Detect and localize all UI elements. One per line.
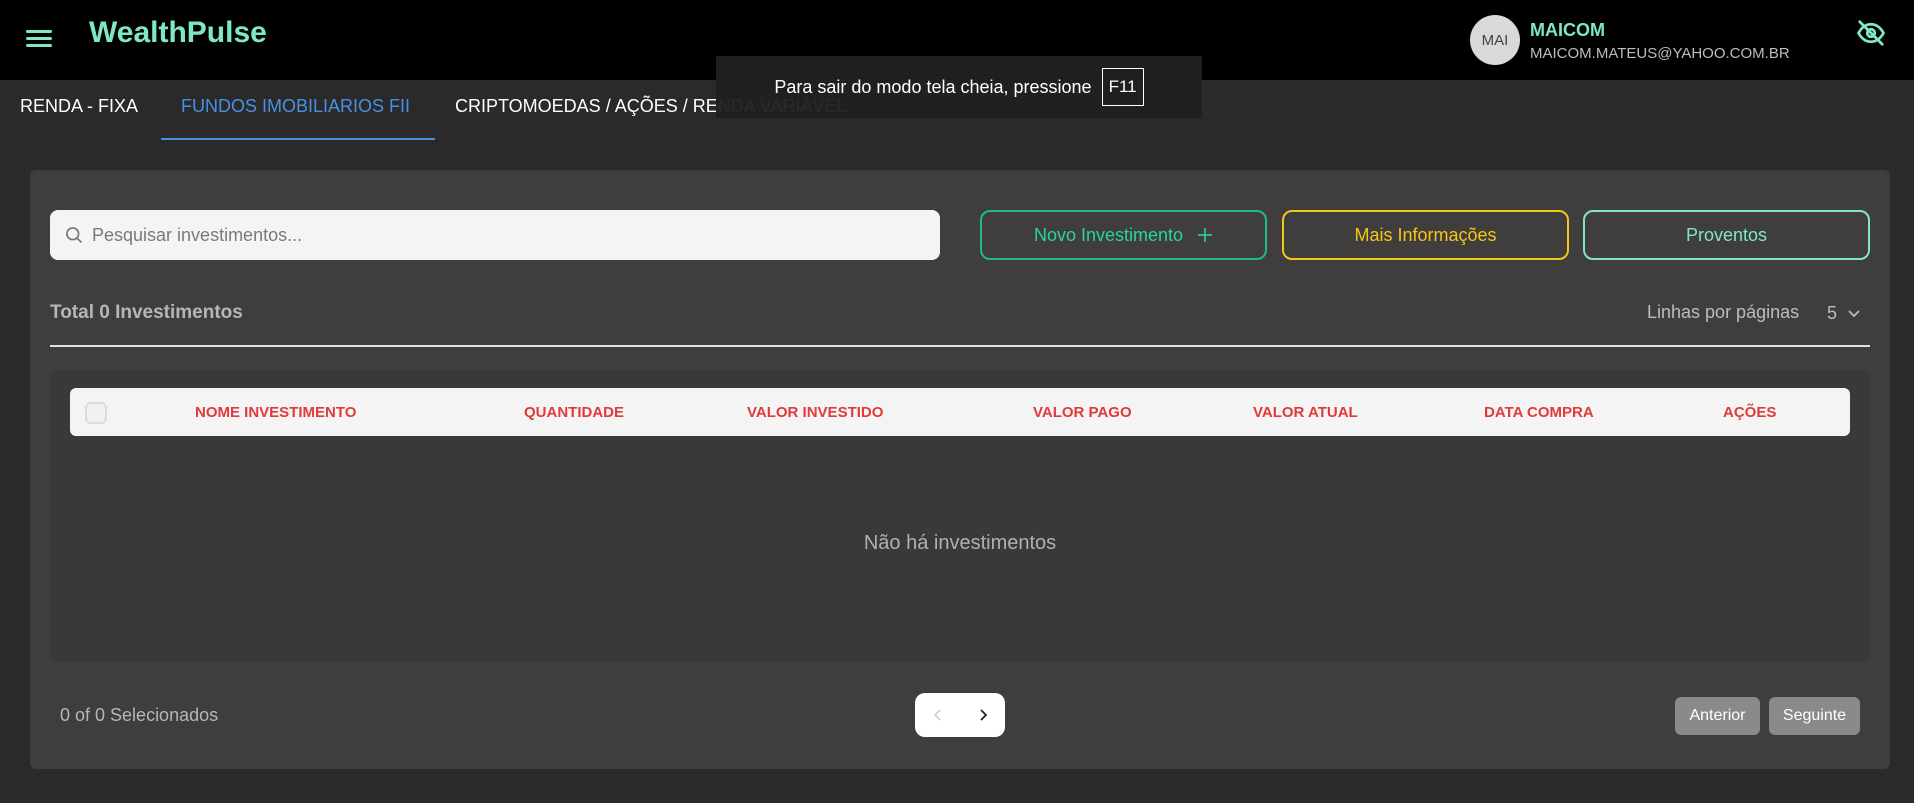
proventos-button[interactable]: Proventos (1583, 210, 1870, 260)
column-header[interactable]: NOME INVESTIMENTO (195, 404, 356, 421)
column-header[interactable]: AÇÕES (1723, 404, 1776, 421)
chevron-left-icon[interactable] (915, 693, 960, 737)
toast-key: F11 (1101, 68, 1144, 106)
search-icon (66, 227, 83, 244)
select-all-checkbox[interactable] (85, 402, 107, 424)
active-tab-indicator (161, 138, 435, 140)
column-header[interactable]: QUANTIDADE (524, 404, 624, 421)
previous-page-button[interactable]: Anterior (1675, 697, 1760, 735)
tab-renda-fixa[interactable]: RENDA - FIXA (20, 96, 138, 140)
column-header[interactable]: VALOR PAGO (1033, 404, 1132, 421)
investments-card: Novo Investimento Mais Informações Prove… (30, 170, 1890, 769)
toast-message: Para sair do modo tela cheia, pressione (774, 76, 1092, 97)
rows-per-page-value: 5 (1827, 302, 1838, 323)
divider (50, 345, 1870, 347)
chevron-down-icon (1848, 310, 1860, 318)
chevron-right-icon[interactable] (960, 693, 1005, 737)
fullscreen-toast: Para sair do modo tela cheia, pressione … (716, 56, 1202, 118)
selection-count: 0 of 0 Selecionados (60, 705, 219, 725)
total-investments: Total 0 Investimentos (50, 302, 243, 323)
pagination (915, 693, 1005, 737)
next-page-button[interactable]: Seguinte (1769, 697, 1860, 735)
search-input[interactable] (92, 210, 922, 260)
search-box (50, 210, 940, 260)
new-investment-button[interactable]: Novo Investimento (980, 210, 1267, 260)
hamburger-menu-icon[interactable] (26, 30, 52, 50)
user-name: MAICOM (1530, 20, 1605, 40)
column-header[interactable]: VALOR INVESTIDO (747, 404, 883, 421)
user-email: MAICOM.MATEUS@YAHOO.COM.BR (1530, 45, 1790, 62)
tab-fundos-imobiliarios[interactable]: FUNDOS IMOBILIARIOS FII (181, 96, 410, 140)
table-header: NOME INVESTIMENTO QUANTIDADE VALOR INVES… (70, 388, 1850, 436)
rows-per-page-select[interactable]: 5 (1827, 296, 1875, 330)
column-header[interactable]: DATA COMPRA (1484, 404, 1594, 421)
investments-table: NOME INVESTIMENTO QUANTIDADE VALOR INVES… (50, 370, 1870, 662)
eye-off-icon[interactable] (1856, 18, 1886, 48)
more-info-button[interactable]: Mais Informações (1282, 210, 1569, 260)
rows-per-page-label: Linhas por páginas (1647, 302, 1800, 322)
avatar[interactable]: MAI (1470, 15, 1520, 65)
plus-icon (1198, 228, 1213, 242)
brand-logo: WealthPulse (89, 16, 267, 49)
new-investment-label: Novo Investimento (1033, 224, 1184, 245)
empty-state-message: Não há investimentos (863, 532, 1057, 554)
column-header[interactable]: VALOR ATUAL (1253, 404, 1358, 421)
